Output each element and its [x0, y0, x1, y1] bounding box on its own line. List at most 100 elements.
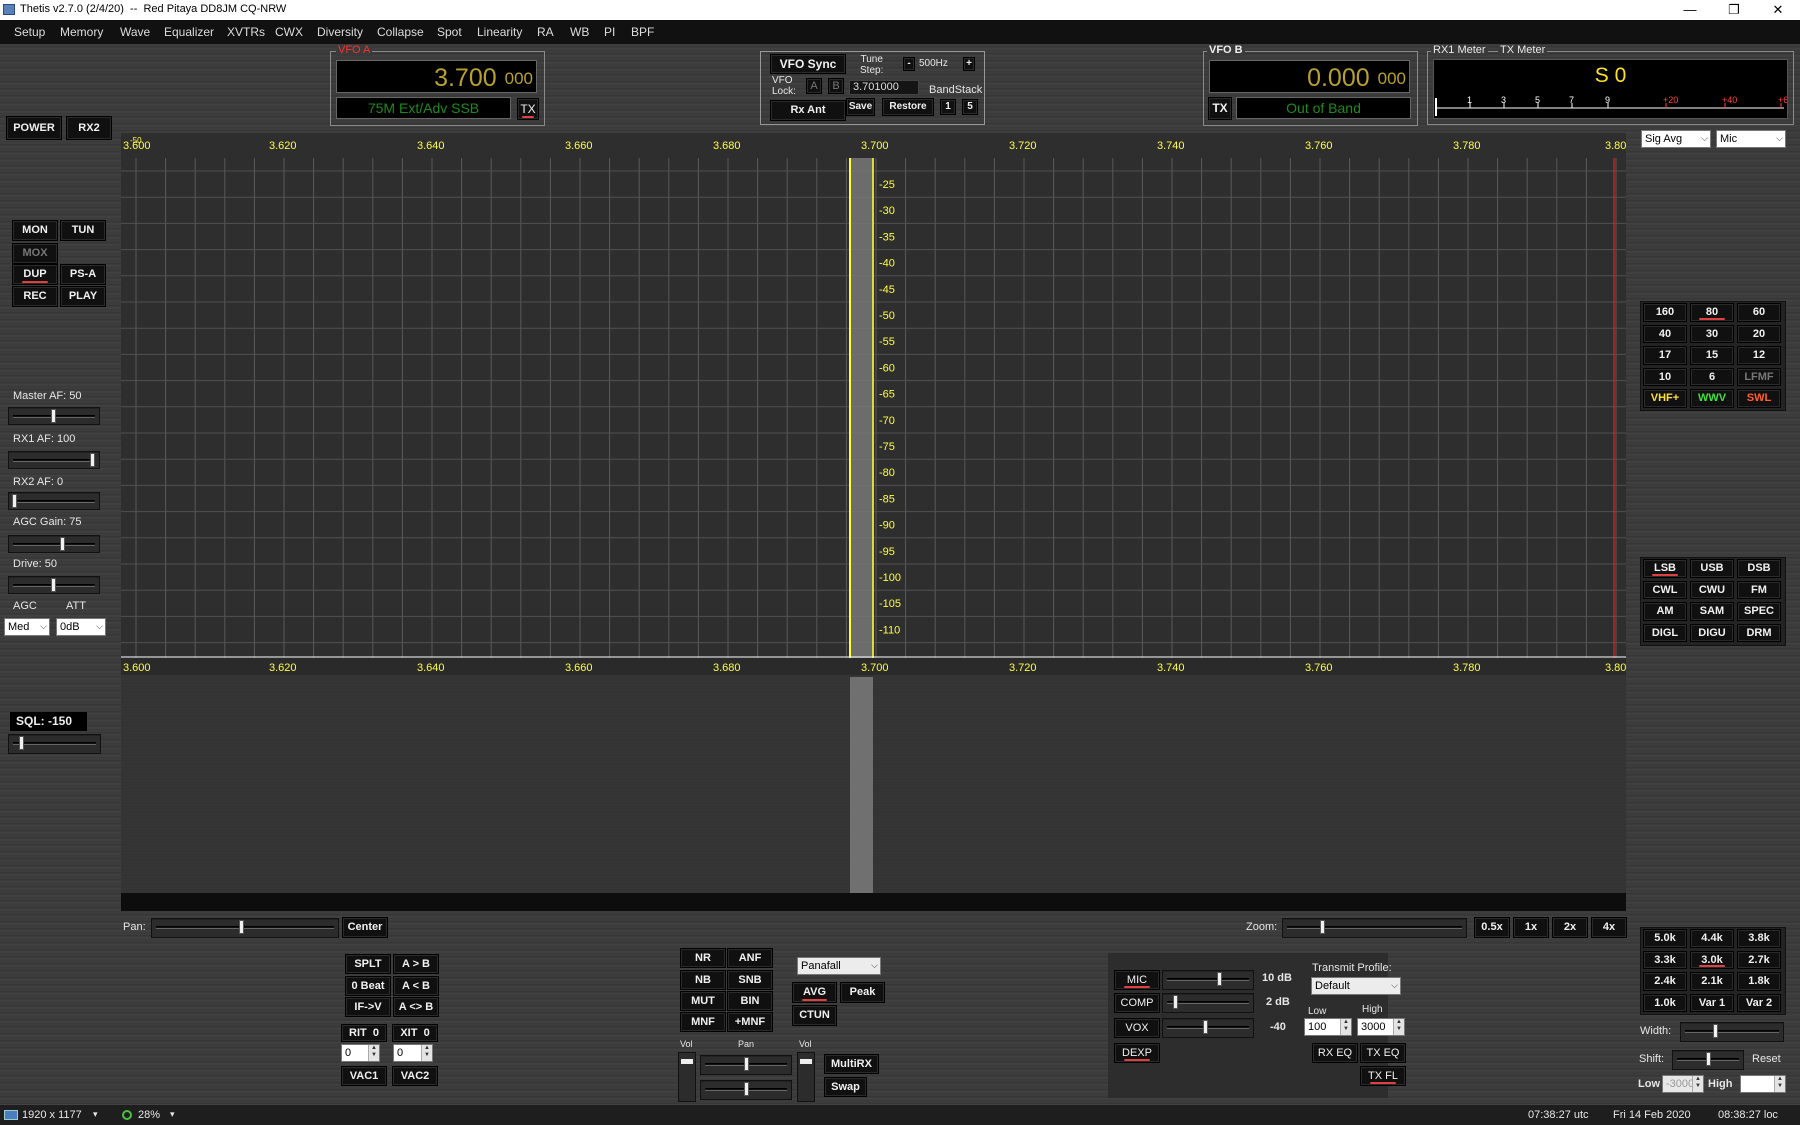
- tx-meter-select[interactable]: Mic ⌵: [1716, 130, 1786, 148]
- tx-filter-button[interactable]: TX FL: [1360, 1066, 1406, 1086]
- filter-button-5-0k[interactable]: 5.0k: [1643, 929, 1687, 948]
- rx-eq-button[interactable]: RX EQ: [1312, 1043, 1358, 1063]
- mode-button-fm[interactable]: FM: [1737, 580, 1781, 599]
- menu-cwx[interactable]: CWX: [275, 25, 303, 39]
- vfo-b-frequency[interactable]: 0.000 000: [1209, 60, 1410, 93]
- mode-button-spec[interactable]: SPEC: [1737, 602, 1781, 621]
- vfo-lock-b[interactable]: B: [828, 78, 844, 94]
- band-button-20[interactable]: 20: [1737, 324, 1781, 343]
- vox-button[interactable]: VOX: [1114, 1018, 1160, 1038]
- menu-wave[interactable]: Wave: [120, 25, 150, 39]
- vol2-slider[interactable]: [797, 1052, 815, 1102]
- menu-pi[interactable]: PI: [604, 25, 615, 39]
- master-af-slider[interactable]: [8, 407, 100, 425]
- split-button[interactable]: SPLT: [345, 954, 391, 974]
- pan-slider[interactable]: [151, 918, 339, 938]
- filter-button-var-1[interactable]: Var 1: [1690, 993, 1734, 1012]
- vac2-button[interactable]: VAC2: [392, 1066, 438, 1086]
- spin-arrows-icon[interactable]: ▲ ▼: [1692, 1076, 1703, 1092]
- rec-button[interactable]: REC: [12, 286, 58, 307]
- slider-thumb[interactable]: [1320, 920, 1325, 934]
- agc-gain-slider[interactable]: [8, 535, 100, 553]
- filter-button-1-0k[interactable]: 1.0k: [1643, 993, 1687, 1012]
- mic-gain-slider[interactable]: [1162, 970, 1254, 990]
- bandstack-save[interactable]: Save: [846, 98, 875, 116]
- center-button[interactable]: Center: [342, 917, 388, 938]
- slider-thumb[interactable]: [12, 494, 17, 508]
- tune-step-plus[interactable]: +: [963, 57, 975, 71]
- band-button-80[interactable]: 80: [1690, 303, 1734, 322]
- mon-button[interactable]: MON: [12, 220, 58, 241]
- mode-button-cwl[interactable]: CWL: [1643, 580, 1687, 599]
- att-select[interactable]: 0dB ⌵: [56, 618, 106, 636]
- slider-thumb[interactable]: [1713, 1024, 1718, 1038]
- slider-thumb[interactable]: [744, 1082, 749, 1096]
- mic-button[interactable]: MIC: [1114, 970, 1160, 990]
- sql-slider[interactable]: [8, 734, 101, 754]
- mode-button-am[interactable]: AM: [1643, 602, 1687, 621]
- bandstack-restore[interactable]: Restore: [882, 98, 934, 116]
- filter-button-1-8k[interactable]: 1.8k: [1737, 972, 1781, 991]
- nr-button[interactable]: NR: [680, 948, 726, 968]
- display-mode-select[interactable]: Panafall ⌵: [797, 957, 881, 975]
- swap-ab-button[interactable]: A <> B: [393, 997, 439, 1017]
- slider-thumb[interactable]: [681, 1059, 693, 1064]
- mode-button-digl[interactable]: DIGL: [1643, 623, 1687, 642]
- rx-ant-button[interactable]: Rx Ant: [770, 100, 846, 121]
- vol-slider[interactable]: [678, 1052, 696, 1102]
- mode-button-cwu[interactable]: CWU: [1690, 580, 1734, 599]
- filter-button-3-0k[interactable]: 3.0k: [1690, 950, 1734, 969]
- slider-thumb[interactable]: [800, 1059, 812, 1064]
- sql-button[interactable]: SQL: -150: [10, 712, 87, 731]
- vfo-a-frequency[interactable]: 3.700 000: [336, 60, 537, 93]
- waterfall-display[interactable]: [121, 675, 1626, 893]
- vfo-a-tx-button[interactable]: TX: [517, 98, 539, 120]
- tune-step-minus[interactable]: -: [903, 57, 915, 71]
- multirx-button[interactable]: MultiRX: [824, 1054, 879, 1074]
- mode-button-dsb[interactable]: DSB: [1737, 559, 1781, 578]
- mode-button-sam[interactable]: SAM: [1690, 602, 1734, 621]
- slider-thumb[interactable]: [1173, 995, 1178, 1009]
- filter-low-input[interactable]: -3000 ▲ ▼: [1662, 1075, 1704, 1093]
- rit-input[interactable]: 0 ▲ ▼: [341, 1044, 380, 1062]
- band-button-vhf-[interactable]: VHF+: [1643, 389, 1687, 408]
- slider-thumb[interactable]: [744, 1057, 749, 1071]
- mode-button-usb[interactable]: USB: [1690, 559, 1734, 578]
- band-button-40[interactable]: 40: [1643, 324, 1687, 343]
- vox-slider[interactable]: [1162, 1018, 1254, 1038]
- bandstack-5[interactable]: 5: [962, 99, 978, 115]
- vac1-button[interactable]: VAC1: [341, 1066, 387, 1086]
- zero-beat-button[interactable]: 0 Beat: [345, 976, 391, 996]
- band-button-lfmf[interactable]: LFMF: [1737, 367, 1781, 386]
- peak-button[interactable]: Peak: [840, 982, 885, 1003]
- band-button-160[interactable]: 160: [1643, 303, 1687, 322]
- a-to-b-button[interactable]: A > B: [393, 954, 439, 974]
- vfo-b-tx-button[interactable]: TX: [1208, 97, 1232, 120]
- power-button[interactable]: POWER: [6, 116, 62, 140]
- dexp-button[interactable]: DEXP: [1114, 1043, 1160, 1063]
- tx-high-input[interactable]: 3000 ▲ ▼: [1357, 1018, 1405, 1036]
- bin-button[interactable]: BIN: [727, 991, 773, 1011]
- xit-input[interactable]: 0 ▲ ▼: [393, 1044, 433, 1062]
- mnf-button[interactable]: MNF: [680, 1012, 726, 1032]
- slider-thumb[interactable]: [90, 453, 95, 467]
- spin-arrows-icon[interactable]: ▲ ▼: [421, 1045, 432, 1061]
- pan-rx2-slider[interactable]: [700, 1080, 792, 1100]
- tx-low-input[interactable]: 100 ▲ ▼: [1304, 1018, 1352, 1036]
- spin-arrows-icon[interactable]: ▲ ▼: [368, 1045, 379, 1061]
- menu-diversity[interactable]: Diversity: [317, 25, 363, 39]
- menu-collapse[interactable]: Collapse: [377, 25, 424, 39]
- mut-button[interactable]: MUT: [680, 991, 726, 1011]
- slider-thumb[interactable]: [60, 537, 66, 551]
- band-button-30[interactable]: 30: [1690, 324, 1734, 343]
- mode-button-digu[interactable]: DIGU: [1690, 623, 1734, 642]
- menu-wb[interactable]: WB: [570, 25, 589, 39]
- rx2-button[interactable]: RX2: [66, 116, 112, 140]
- drive-slider[interactable]: [8, 576, 100, 594]
- plus-mnf-button[interactable]: +MNF: [727, 1012, 773, 1032]
- ctun-button[interactable]: CTUN: [792, 1005, 837, 1026]
- nb-button[interactable]: NB: [680, 970, 726, 990]
- filter-shift-slider[interactable]: [1672, 1050, 1744, 1070]
- filter-button-3-3k[interactable]: 3.3k: [1643, 950, 1687, 969]
- zoom-0-5x[interactable]: 0.5x: [1474, 917, 1510, 938]
